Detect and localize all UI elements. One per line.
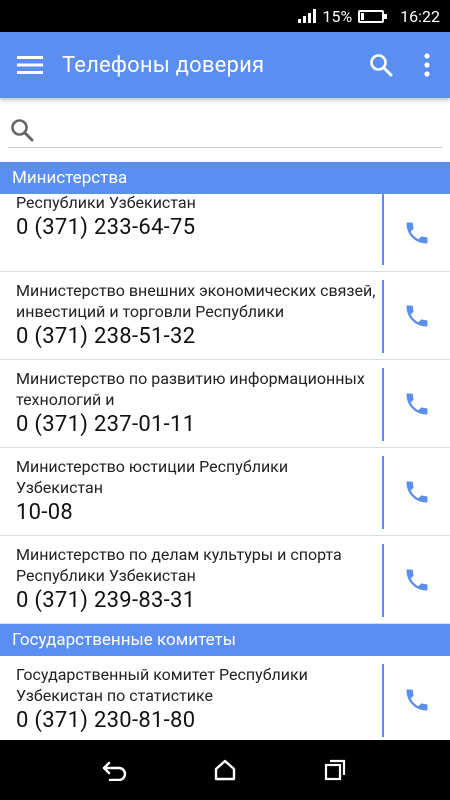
list-item[interactable]: Министерство по развитию информационных … <box>0 360 450 448</box>
search-underline <box>8 147 442 148</box>
more-options-button[interactable] <box>404 32 450 98</box>
list-item[interactable]: Министерство по делам культуры и спорта … <box>0 536 450 624</box>
call-button[interactable] <box>384 272 450 360</box>
contact-phone: 0 (371) 237-01-11 <box>16 412 196 437</box>
battery-percent: 15% <box>322 6 353 26</box>
list-item[interactable]: Республики Узбекистан 0 (371) 233-64-75 <box>0 193 450 272</box>
contact-phone: 0 (371) 233-64-75 <box>16 215 196 240</box>
contact-name: Министерство внешних экономических связе… <box>16 281 376 321</box>
contact-name: Министерство по развитию информационных … <box>16 369 365 409</box>
call-button[interactable] <box>384 536 450 624</box>
menu-button[interactable] <box>0 32 60 98</box>
search-icon <box>370 54 393 77</box>
contact-name: Республики Узбекистан <box>16 193 196 212</box>
phone-icon <box>406 305 428 327</box>
home-button[interactable] <box>195 740 255 800</box>
status-time: 16:22 <box>400 6 440 26</box>
contact-name: Государственный комитет Республики Узбек… <box>16 665 308 705</box>
back-icon <box>102 761 127 781</box>
contact-name: Министерство по делам культуры и спорта … <box>16 545 342 585</box>
phone-icon <box>406 481 428 503</box>
section-header-ministries: Министерства <box>0 162 450 194</box>
app-bar: Телефоны доверия <box>0 32 450 98</box>
contact-name: Министерство юстиции Республики Узбекист… <box>16 457 289 497</box>
navigation-bar <box>0 740 450 800</box>
phone-icon <box>406 393 428 415</box>
section-header-state-committees: Государственные комитеты <box>0 624 450 656</box>
search-bar <box>0 98 450 160</box>
menu-icon <box>17 56 43 74</box>
home-icon <box>214 759 236 781</box>
battery-icon <box>358 9 388 23</box>
call-button[interactable] <box>384 194 450 272</box>
contact-phone: 0 (371) 238-51-32 <box>16 324 196 349</box>
contact-list[interactable]: Министерства Республики Узбекистан 0 (37… <box>0 162 450 740</box>
search-button[interactable] <box>358 32 404 98</box>
list-item[interactable]: Министерство внешних экономических связе… <box>0 272 450 360</box>
search-input[interactable] <box>40 112 440 146</box>
contact-phone: 0 (371) 230-81-80 <box>16 708 196 733</box>
recents-button[interactable] <box>305 740 365 800</box>
status-bar: 15% 16:22 <box>0 0 450 32</box>
contact-phone: 0 (371) 239-83-31 <box>16 588 196 613</box>
list-item[interactable]: Государственный комитет Республики Узбек… <box>0 656 450 740</box>
call-button[interactable] <box>384 656 450 740</box>
more-vert-icon <box>424 53 430 77</box>
back-button[interactable] <box>85 740 145 800</box>
call-button[interactable] <box>384 360 450 448</box>
signal-icon <box>298 9 317 23</box>
phone-icon <box>406 222 428 244</box>
search-icon <box>11 119 34 142</box>
page-title: Телефоны доверия <box>62 52 265 78</box>
phone-icon <box>406 689 428 711</box>
call-button[interactable] <box>384 448 450 536</box>
phone-icon <box>406 569 428 591</box>
contact-phone: 10-08 <box>16 500 74 525</box>
recents-icon <box>324 759 346 781</box>
list-item[interactable]: Министерство юстиции Республики Узбекист… <box>0 448 450 536</box>
